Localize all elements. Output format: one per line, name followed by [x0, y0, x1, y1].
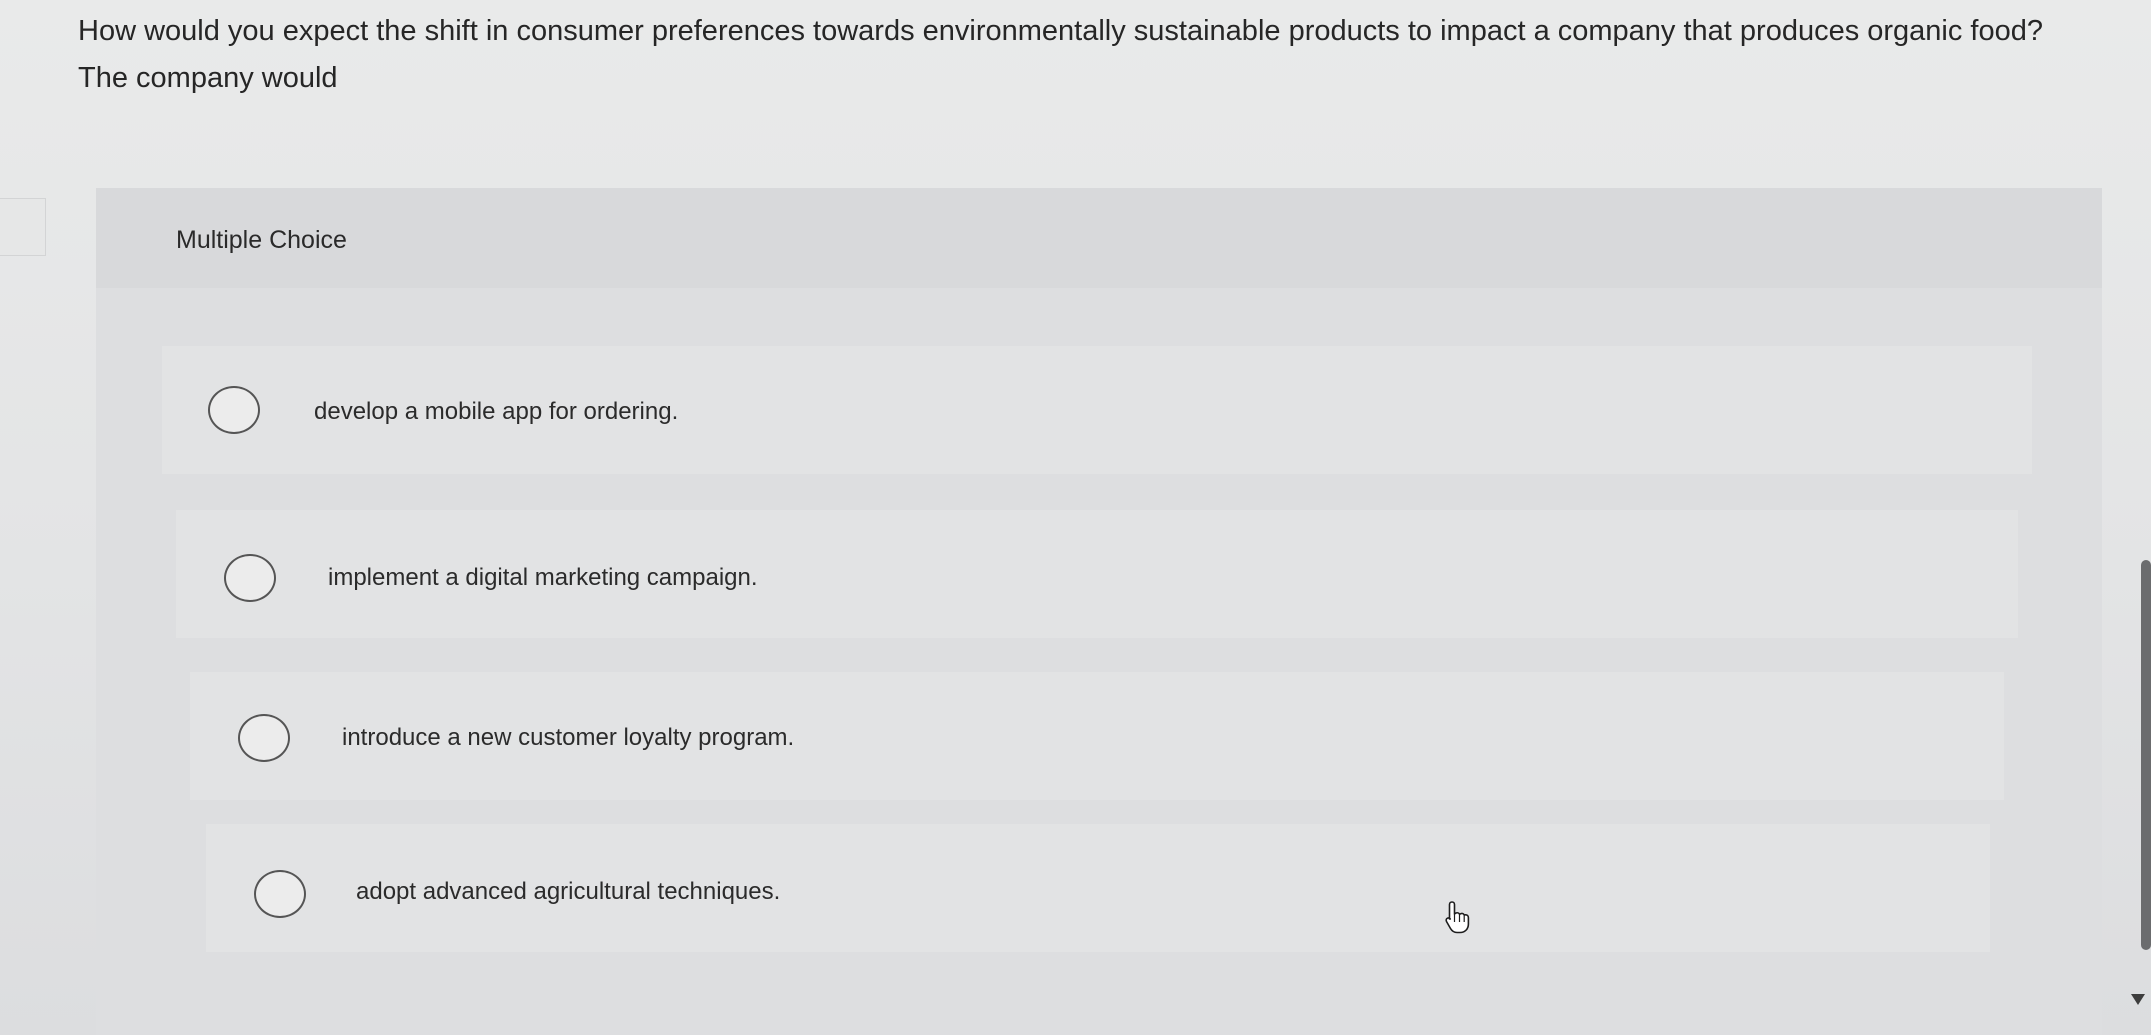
side-tab — [0, 198, 46, 256]
radio-empty-icon[interactable] — [238, 714, 290, 762]
question-text-line-2: The company would — [78, 62, 338, 94]
question-prompt: How would you expect the shift in consum… — [78, 8, 2098, 102]
scrollbar-thumb[interactable] — [2141, 560, 2151, 950]
multiple-choice-label: Multiple Choice — [176, 226, 347, 254]
choice-option-1[interactable]: develop a mobile app for ordering. — [162, 346, 2032, 474]
radio-empty-icon[interactable] — [254, 870, 306, 918]
choice-option-2[interactable]: implement a digital marketing campaign. — [176, 510, 2018, 638]
scroll-down-arrow-icon[interactable] — [2131, 994, 2145, 1005]
choice-option-label: introduce a new customer loyalty program… — [342, 724, 795, 751]
multiple-choice-header: Multiple Choice — [96, 188, 2102, 288]
question-text-line-1: How would you expect the shift in consum… — [78, 15, 2044, 47]
choice-option-label: develop a mobile app for ordering. — [314, 398, 679, 425]
hand-pointer-icon — [1445, 901, 1470, 934]
page: How would you expect the shift in consum… — [0, 0, 2151, 1035]
choice-option-label: implement a digital marketing campaign. — [328, 564, 758, 591]
choice-option-label: adopt advanced agricultural techniques. — [356, 878, 781, 905]
multiple-choice-panel: Multiple Choice develop a mobile app for… — [96, 188, 2102, 1035]
radio-empty-icon[interactable] — [208, 386, 260, 434]
choice-option-3[interactable]: introduce a new customer loyalty program… — [190, 672, 2004, 800]
radio-empty-icon[interactable] — [224, 554, 276, 602]
choice-option-4[interactable]: adopt advanced agricultural techniques. — [206, 824, 1990, 952]
